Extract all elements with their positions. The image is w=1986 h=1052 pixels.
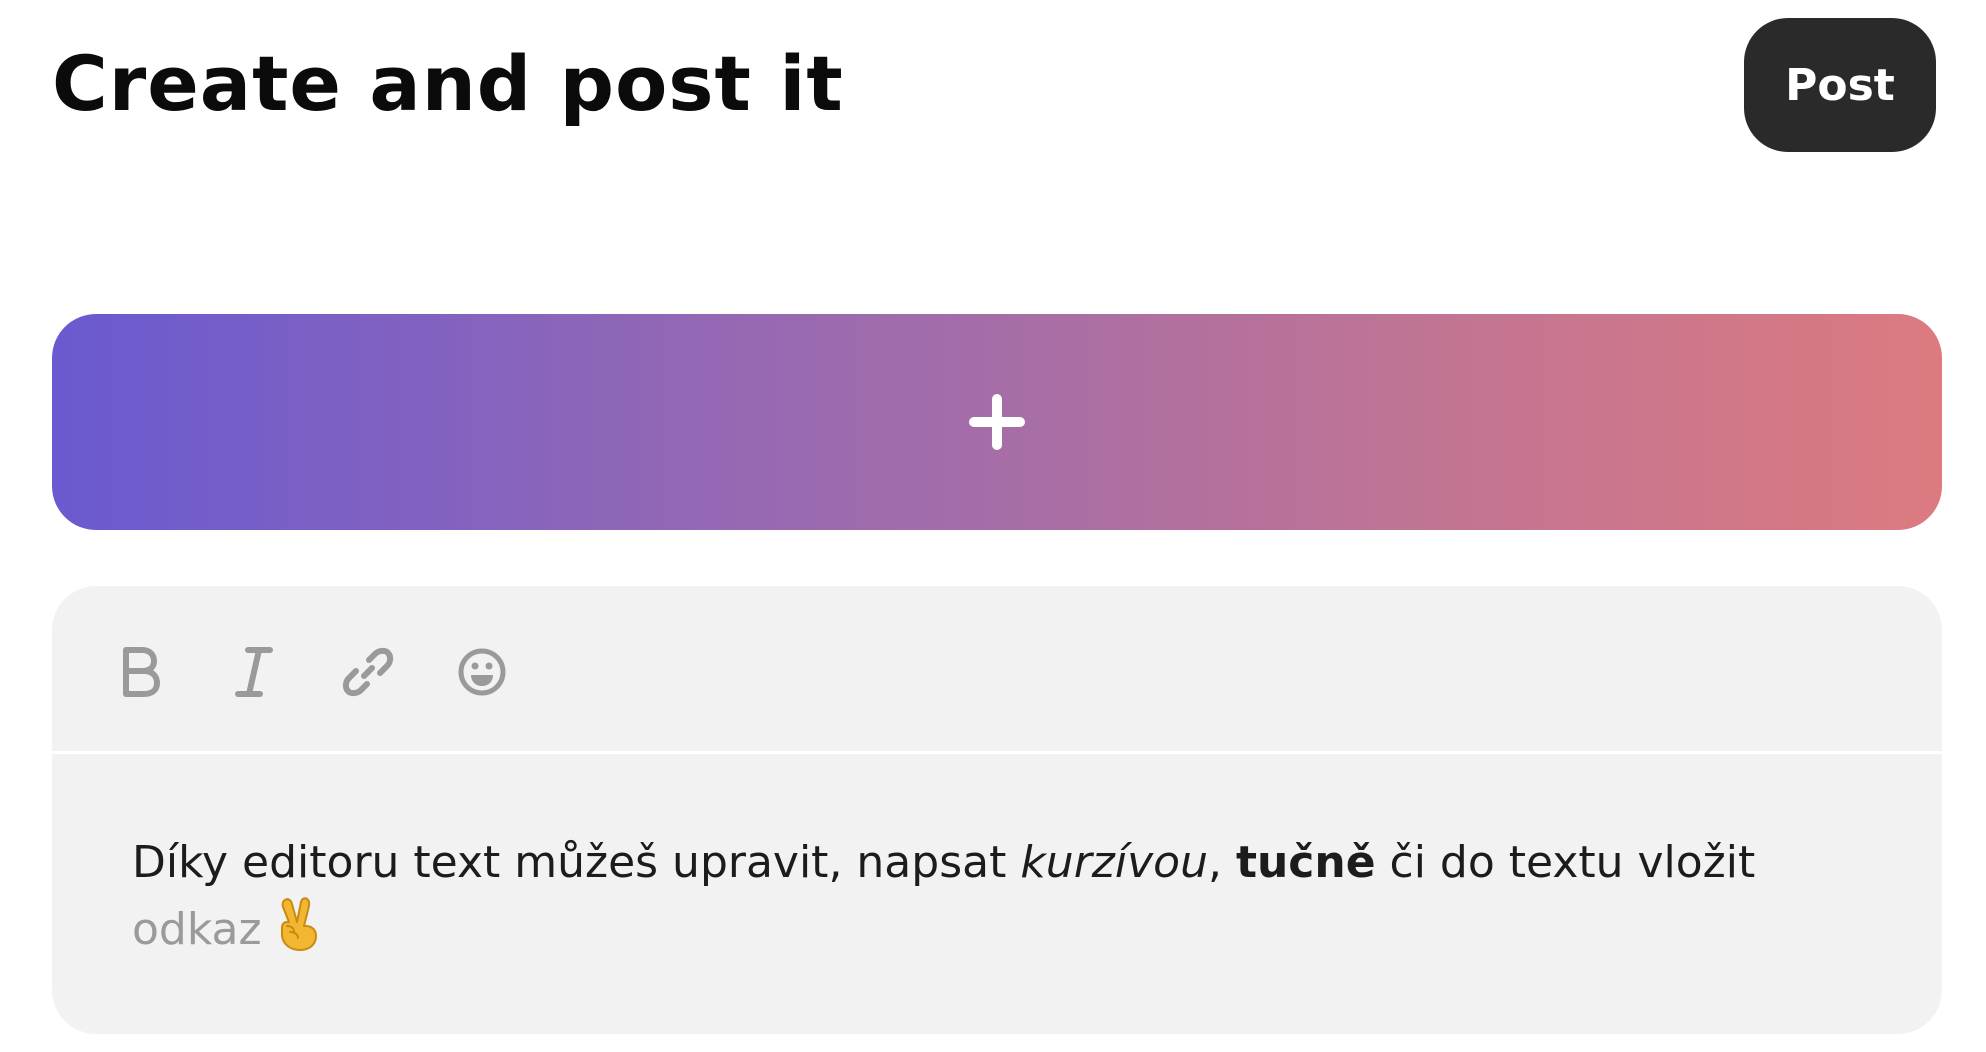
page-title: Create and post it xyxy=(52,39,844,128)
plus-icon xyxy=(969,394,1025,450)
editor-text-segment: Díky editoru text můžeš upravit, napsat xyxy=(132,837,1021,888)
bold-icon xyxy=(123,647,160,697)
link-button[interactable] xyxy=(336,640,400,704)
link-icon xyxy=(342,647,394,697)
add-media-button[interactable] xyxy=(52,314,1942,530)
bold-text: tučně xyxy=(1235,837,1376,888)
emoji-button[interactable] xyxy=(450,640,514,704)
text-editor: Díky editoru text můžeš upravit, napsat … xyxy=(52,586,1942,1034)
victory-hand-icon xyxy=(280,897,317,951)
editor-text-segment: , xyxy=(1207,837,1236,888)
bold-button[interactable] xyxy=(108,640,172,704)
editor-content[interactable]: Díky editoru text můžeš upravit, napsat … xyxy=(132,830,1872,963)
italic-button[interactable] xyxy=(222,640,286,704)
italic-icon xyxy=(235,647,273,697)
emoji-icon xyxy=(458,648,506,696)
editor-text-segment: či do textu vložit xyxy=(1375,837,1756,888)
inline-link[interactable]: odkaz xyxy=(132,904,262,955)
italic-text: kurzívou xyxy=(1020,837,1208,888)
post-button[interactable]: Post xyxy=(1744,18,1936,152)
editor-toolbar xyxy=(52,586,1942,754)
